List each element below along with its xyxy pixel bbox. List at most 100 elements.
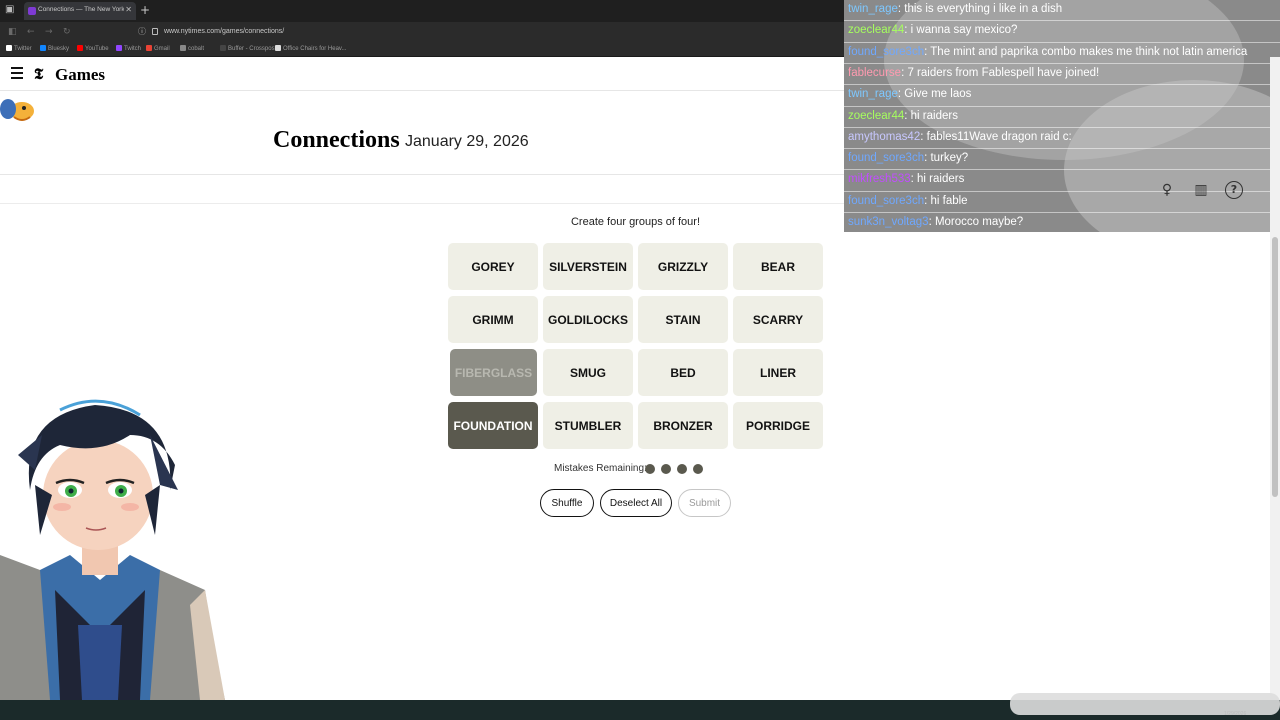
bookmark-item[interactable]: Bluesky [40, 45, 69, 52]
chat-message: mikfresh533: hi raiders [848, 170, 964, 190]
chat-message: fablecurse: 7 raiders from Fablespell ha… [848, 64, 1099, 84]
window-menu-icon[interactable]: ▣ [5, 4, 17, 16]
shuffle-button[interactable]: Shuffle [540, 489, 594, 517]
word-tile[interactable]: BRONZER [638, 402, 728, 449]
stats-chart-icon[interactable]: ▥ [1192, 181, 1210, 199]
chat-separator [844, 148, 1280, 150]
hint-lightbulb-icon[interactable]: ♀ [1158, 181, 1176, 199]
scrollbar-thumb[interactable] [1272, 237, 1278, 497]
chat-username: mikfresh533 [848, 173, 911, 186]
submit-button[interactable]: Submit [678, 489, 731, 517]
url-field[interactable]: ⓘ www.nytimes.com/games/connections/ [134, 25, 844, 39]
chat-separator [844, 169, 1280, 171]
chat-text: : i wanna say mexico? [904, 24, 1018, 37]
chat-message: found_sore3ch: hi fable [848, 192, 968, 212]
mistakes-label: Mistakes Remaining: [554, 463, 647, 474]
word-tile[interactable]: SCARRY [733, 296, 823, 343]
bookmark-item[interactable]: Twitch [116, 45, 141, 52]
chat-message: found_sore3ch: turkey? [848, 149, 968, 169]
word-tile[interactable]: SMUG [543, 349, 633, 396]
bookmark-label: Gmail [154, 46, 170, 52]
bookmark-icon [275, 45, 281, 51]
games-title[interactable]: Games [55, 65, 105, 85]
chat-separator [844, 41, 1280, 43]
chat-username: twin_rage [848, 3, 898, 15]
chat-username: zoeclear44 [848, 24, 905, 37]
chat-text: : hi raiders [910, 173, 965, 186]
bookmark-label: Buffer - Crosspost [228, 46, 277, 52]
bookmark-label: cobalt [188, 46, 205, 52]
site-info-icon[interactable]: ⓘ [138, 25, 146, 39]
word-tile[interactable]: PORRIDGE [733, 402, 823, 449]
chat-text: : hi fable [924, 194, 968, 207]
word-tile[interactable]: FOUNDATION [448, 402, 538, 449]
back-icon[interactable]: ← [27, 26, 35, 38]
bookmark-item[interactable]: YouTube [77, 45, 109, 52]
chat-message: sunk3n_voltag3: Morocco maybe? [848, 213, 1023, 232]
chat-message: zoeclear44: i wanna say mexico? [848, 21, 1017, 41]
chat-separator [844, 84, 1280, 86]
word-tile[interactable]: FIBERGLASS [450, 349, 537, 396]
bookmark-icon [220, 45, 226, 51]
bookmark-icon [6, 45, 12, 51]
chat-username: found_sore3ch [848, 152, 925, 165]
word-tile[interactable]: BED [638, 349, 728, 396]
page-scrollbar[interactable] [1270, 57, 1280, 700]
word-tile[interactable]: GOLDILOCKS [543, 296, 633, 343]
bookmark-item[interactable]: cobalt [180, 45, 204, 52]
chat-username: sunk3n_voltag3 [848, 216, 929, 228]
word-tile[interactable]: GOREY [448, 243, 538, 290]
help-icon[interactable]: ? [1225, 181, 1243, 199]
chat-message: found_sore3ch: The mint and paprika comb… [848, 43, 1247, 63]
url-text: www.nytimes.com/games/connections/ [164, 28, 285, 35]
header-tools: ♀ ▥ ? [1155, 181, 1245, 199]
bookmark-label: Twitter [14, 46, 32, 52]
taskbar-clock: 1/29/2026 [1224, 711, 1247, 717]
word-tile[interactable]: GRIMM [448, 296, 538, 343]
nyt-logo[interactable]: 𝕿 [34, 65, 43, 83]
chat-text: : The mint and paprika combo makes me th… [924, 45, 1248, 58]
chat-message: twin_rage: Give me laos [848, 85, 971, 105]
chat-separator [844, 62, 1280, 64]
puzzle-date: January 29, 2026 [405, 133, 529, 150]
chat-text: : 7 raiders from Fablespell have joined! [901, 66, 1100, 79]
bookmark-item[interactable]: Twitter [6, 45, 32, 52]
chat-text: : hi raiders [904, 109, 958, 122]
word-tile[interactable]: STAIN [638, 296, 728, 343]
chat-text: : this is everything i like in a dish [897, 3, 1063, 15]
reload-icon[interactable]: ↻ [63, 26, 71, 38]
hamburger-menu-icon[interactable] [11, 67, 23, 79]
word-tile[interactable]: STUMBLER [543, 402, 633, 449]
word-tile[interactable]: LINER [733, 349, 823, 396]
chat-separator [844, 105, 1280, 107]
mistake-dot [645, 464, 655, 474]
chat-message: amythomas42: fables11Wave dragon raid c: [848, 128, 1072, 148]
browser-tab[interactable]: Connections — The New York Times ✕ [24, 2, 136, 20]
word-tile[interactable]: SILVERSTEIN [543, 243, 633, 290]
bookmark-item[interactable]: Buffer - Crosspost [220, 45, 276, 52]
bookmark-icon [40, 45, 46, 51]
chat-username: found_sore3ch [848, 194, 925, 207]
bookmark-item[interactable]: Office Chairs for Heav... [275, 45, 346, 52]
chat-username: zoeclear44 [848, 109, 905, 122]
deselect-all-button[interactable]: Deselect All [600, 489, 672, 517]
word-tile[interactable]: BEAR [733, 243, 823, 290]
mistake-dot [693, 464, 703, 474]
close-tab-icon[interactable]: ✕ [125, 5, 132, 14]
word-tile[interactable]: GRIZZLY [638, 243, 728, 290]
bookmark-item[interactable]: Gmail [146, 45, 170, 52]
lock-icon [152, 28, 158, 35]
chat-separator [844, 20, 1280, 22]
bookmark-icon [146, 45, 152, 51]
chat-separator [844, 212, 1280, 213]
new-tab-icon[interactable]: + [140, 3, 150, 17]
mistake-dot [677, 464, 687, 474]
chat-text: : fables11Wave dragon raid c: [920, 130, 1072, 143]
tab-title: Connections — The New York Times [38, 6, 124, 13]
forward-icon[interactable]: → [45, 26, 53, 38]
mistake-dot [661, 464, 671, 474]
chat-username: found_sore3ch [848, 45, 925, 58]
sidebar-toggle-icon[interactable]: ◧ [8, 26, 17, 38]
favicon-icon [28, 7, 36, 15]
chat-text: : turkey? [924, 152, 969, 165]
